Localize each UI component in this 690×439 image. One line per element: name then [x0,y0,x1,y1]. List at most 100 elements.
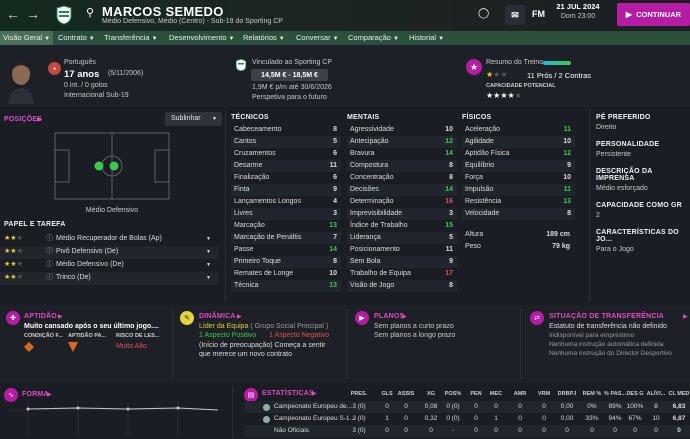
attribute-value: 16 [445,198,453,205]
competition-name: Campeonato Europeu S-1... [274,415,355,422]
stats-column-header[interactable]: VRM [533,391,555,397]
stats-row[interactable]: Campeonato Europeu S-1... 3 (0) 1 0 0,32 0 (0… [244,413,690,425]
chevron-down-icon: ▼ [206,249,211,255]
stats-cell: 0 [518,415,522,422]
attribute-name: Posicionamento [350,246,400,253]
fm-menu-button[interactable]: FM [532,9,545,19]
chevron-down-icon: ▼ [206,275,211,281]
personality-header: PERSONALIDADE [596,141,660,148]
continue-label: CONTINUAR [636,10,682,19]
attribute-value: 11 [563,186,571,193]
role-stars: ★★★ [4,261,23,268]
stats-cell: 67% [628,415,642,422]
fitness-header[interactable]: APTIDÃO [24,313,57,320]
physical-attributes: Aceleração 11 Agilidade 10 Aptidão Física 12 E… [462,124,575,220]
chars-header: CARACTERÍSTICAS DO JO... [596,229,679,243]
attribute-value: 7 [333,234,337,241]
attribute-name: Índice de Trabalho [350,222,408,229]
highlight-dropdown[interactable]: Sublinhar ▼ [165,112,222,126]
attribute-value: 12 [563,150,571,157]
prospect: Perspetiva para o futuro [252,94,327,101]
back-arrow-icon[interactable]: ← [6,6,20,22]
role-label: Médio Recuperador de Bolas (Ap) [56,235,162,242]
attribute-row: Finta 9 [231,184,341,196]
weight-label: Peso [465,243,481,250]
transfer-status-header[interactable]: SITUAÇÃO DE TRANSFERÊNCIA [549,313,664,320]
tab-overview[interactable]: Visão Geral ▼ [0,31,54,45]
potential-label: CAPACIDADE POTENCIAL [486,83,556,89]
stats-column-header[interactable]: MEC [485,391,507,397]
role-item[interactable]: ★★★ ⓘ Pivô Defensivo (De) ▼ [0,246,218,259]
stats-row[interactable]: Campeonato Europeu de... 3 (0) 0 0 0,08 0 (0)… [244,401,690,413]
training-summary-label[interactable]: Resumo do Treino [486,59,543,66]
tab-contract[interactable]: Contrato ▼ [58,31,95,45]
forward-arrow-icon[interactable]: → [26,6,40,22]
role-item[interactable]: ★★★ ⓘ Médio Defensivo (De) ▼ [0,259,218,272]
stats-column-header[interactable]: ALÍVI... [645,391,667,397]
chevron-down-icon: ▼ [44,36,51,42]
tab-history[interactable]: Historial ▼ [409,31,444,45]
club-crest-icon [56,5,72,25]
stats-cell: 0 [633,427,637,434]
attribute-value: 13 [563,198,571,205]
transfer-icon: ⇄ [530,311,544,325]
attribute-row: Lançamentos Longos 4 [231,196,341,208]
tab-label: Relatórios [243,33,277,42]
stats-row[interactable]: Não Oficiais 3 (0) 0 0 0-0 0 0 0 0 0 0 0 0 0 [244,425,690,437]
stats-column-header[interactable]: CL MED [668,391,690,397]
attribute-row: Agressividade 10 [347,124,457,136]
mail-button[interactable]: ✉ [505,5,525,25]
attribute-value: 6 [333,150,337,157]
stats-column-header[interactable]: XG [420,391,442,397]
tab-comparison[interactable]: Comparação ▼ [348,31,399,45]
attribute-name: Desarme [234,162,263,169]
world-icon[interactable]: ◯ [478,8,489,19]
position-dot [109,161,119,171]
competition-icon [263,404,270,411]
stats-column-header[interactable]: PEN [465,391,487,397]
tab-transfer[interactable]: Transferência ▼ [104,31,158,45]
attribute-name: Impulsão [465,186,494,193]
chevron-down-icon: ▼ [228,36,235,42]
tab-bar: Visão Geral ▼ Contrato ▼ Transferência ▼ De… [0,31,690,45]
attribute-row: Força 10 [462,172,575,184]
dynamics-header[interactable]: DINÂMICA [199,313,236,320]
attribute-name: Finta [234,186,250,193]
stats-column-header[interactable]: PRES. [348,391,370,397]
press-header: DESCRIÇÃO DA IMPRENSA [596,168,653,182]
continue-button[interactable]: ▶ CONTINUAR [617,3,690,26]
stats-cell: 0 [474,403,478,410]
nationality: Português [64,59,96,66]
stats-column-header[interactable]: DRBPJ [556,391,578,397]
tab-reports[interactable]: Relatórios ▼ [243,31,285,45]
injury-risk-label: RISCO DE LES... [116,333,160,339]
search-icon[interactable]: ⚲ [86,6,94,19]
stats-column-header[interactable]: REM % [581,391,603,397]
attribute-value: 15 [445,222,453,229]
dynamics-status: Líder da Equipa ( Grupo Social Principal… [199,323,328,330]
stats-column-header[interactable]: ASSIS [395,391,417,397]
stats-cell: 0 [677,427,681,434]
attribute-row: Cruzamentos 6 [231,148,341,160]
plans-header[interactable]: PLANOS [374,313,404,320]
caps: 0 int. / 0 golos [64,82,108,89]
attribute-name: Agilidade [465,138,494,145]
stats-cell: 89% [608,403,622,410]
stats-column-header[interactable]: DES G [624,391,646,397]
tab-development[interactable]: Desenvolvimento ▼ [169,31,234,45]
role-item[interactable]: ★★★ ⓘ Trinco (De) ▼ [0,272,218,285]
player-name: MARCOS SEMEDO [102,4,224,19]
height-value: 189 cm [546,231,570,238]
stats-column-header[interactable]: POS% [442,391,464,397]
tab-talk[interactable]: Conversar ▼ [296,31,339,45]
role-item[interactable]: ★★★ ⓘ Médio Recuperador de Bolas (Ap) ▼ [0,233,218,246]
stats-column-header[interactable]: AMR [509,391,531,397]
gk-header: CAPACIDADE COMO GR [596,202,682,209]
attribute-row: Trabalho de Equipa 17 [347,268,457,280]
attribute-name: Remates de Longe [234,270,294,277]
stats-cell: 0 [429,427,433,434]
attribute-row: Livres 3 [231,208,341,220]
stats-column-header[interactable]: % PAS... [604,391,626,397]
attribute-name: Decisões [350,186,379,193]
club-contract[interactable]: Vinculado ao Sporting CP [252,59,332,66]
